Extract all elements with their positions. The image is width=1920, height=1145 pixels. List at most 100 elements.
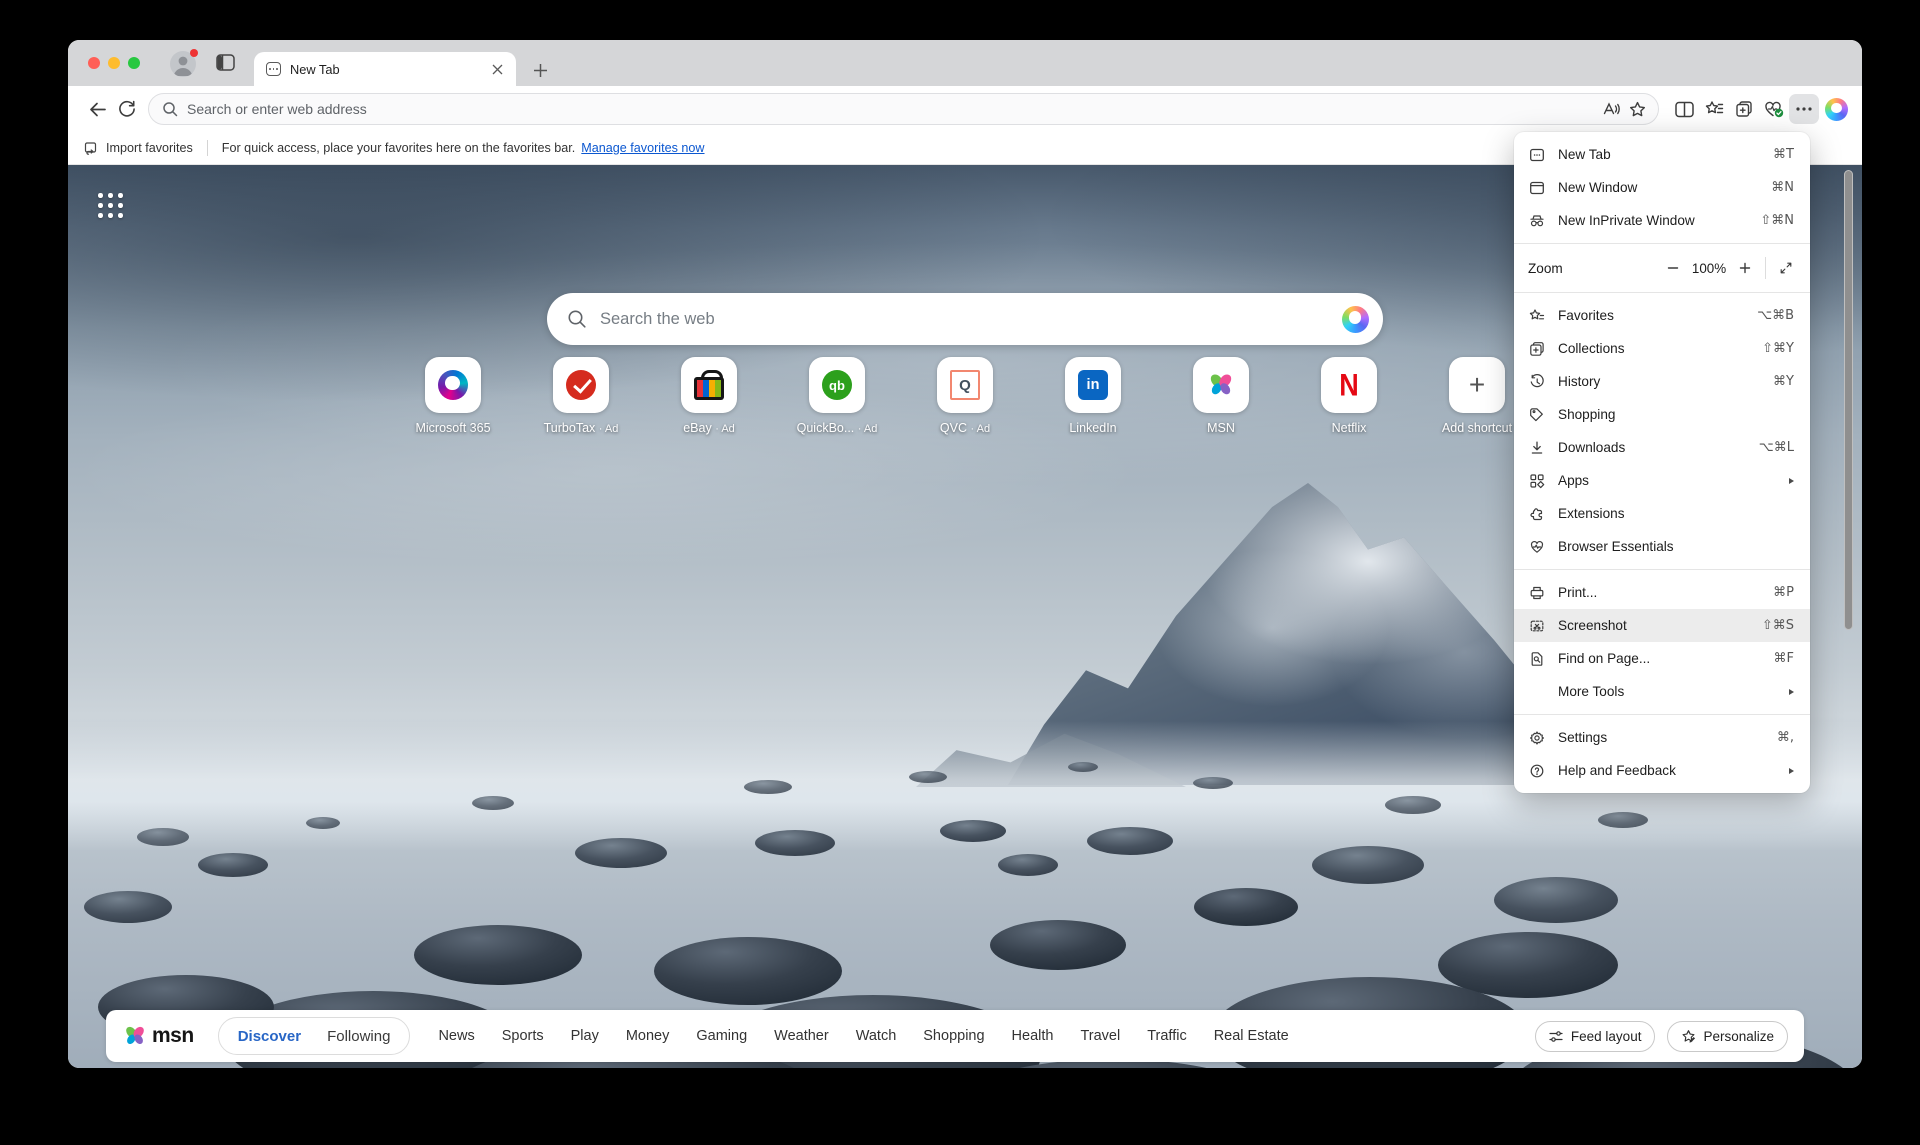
menu-item-help-and-feedback[interactable]: Help and Feedback <box>1514 754 1810 787</box>
menu-item-label: Screenshot <box>1558 618 1749 633</box>
zoom-out-button[interactable] <box>1661 256 1685 280</box>
favorites-icon[interactable] <box>1699 94 1729 124</box>
favorites-icon <box>1528 307 1545 324</box>
menu-item-label: Print... <box>1558 585 1760 600</box>
nav-link-health[interactable]: Health <box>1012 1028 1054 1044</box>
tab-discover[interactable]: Discover <box>225 1028 314 1045</box>
close-window-button[interactable] <box>88 57 100 69</box>
favorite-star-icon[interactable] <box>1624 96 1650 122</box>
menu-item-new-window[interactable]: New Window ⌘N <box>1514 171 1810 204</box>
address-bar[interactable] <box>148 93 1659 125</box>
nav-link-watch[interactable]: Watch <box>856 1028 897 1044</box>
browser-essentials-icon[interactable] <box>1759 94 1789 124</box>
menu-item-label: Find on Page... <box>1558 651 1761 666</box>
new-window-icon <box>1528 179 1545 196</box>
menu-item-shortcut: ⇧⌘Y <box>1762 341 1794 356</box>
menu-item-new-inprivate-window[interactable]: New InPrivate Window ⇧⌘N <box>1514 204 1810 237</box>
new-tab-plus-button[interactable] <box>530 60 550 80</box>
menu-item-label: More Tools <box>1558 684 1776 699</box>
shortcut-label: QuickBo... <box>797 421 855 435</box>
shortcut-linkedin[interactable]: in LinkedIn <box>1047 357 1139 435</box>
nav-link-shopping[interactable]: Shopping <box>923 1028 984 1044</box>
menu-item-favorites[interactable]: Favorites ⌥⌘B <box>1514 299 1810 332</box>
zoom-in-button[interactable] <box>1733 256 1757 280</box>
refresh-button[interactable] <box>112 94 142 124</box>
manage-favorites-link[interactable]: Manage favorites now <box>581 141 704 155</box>
menu-item-find-on-page[interactable]: Find on Page... ⌘F <box>1514 642 1810 675</box>
settings-and-more-menu: New Tab ⌘T New Window ⌘N New InPrivate W… <box>1514 132 1810 793</box>
nav-link-sports[interactable]: Sports <box>502 1028 544 1044</box>
nav-link-real-estate[interactable]: Real Estate <box>1214 1028 1289 1044</box>
menu-item-downloads[interactable]: Downloads ⌥⌘L <box>1514 431 1810 464</box>
shortcut-netflix[interactable]: N Netflix <box>1303 357 1395 435</box>
page-scrollbar[interactable] <box>1844 170 1853 630</box>
shortcut-msn[interactable]: MSN <box>1175 357 1267 435</box>
nav-link-weather[interactable]: Weather <box>774 1028 829 1044</box>
menu-item-extensions[interactable]: Extensions <box>1514 497 1810 530</box>
feed-layout-button[interactable]: Feed layout <box>1535 1021 1656 1052</box>
menu-item-settings[interactable]: Settings ⌘, <box>1514 721 1810 754</box>
personalize-button[interactable]: Personalize <box>1667 1021 1788 1052</box>
shortcut-label: Netflix <box>1332 421 1367 435</box>
web-search-bar[interactable] <box>547 293 1383 345</box>
copilot-icon[interactable] <box>1342 306 1369 333</box>
import-favorites-button[interactable]: Import favorites <box>84 141 193 156</box>
menu-item-browser-essentials[interactable]: Browser Essentials <box>1514 530 1810 563</box>
ad-badge: · Ad <box>715 423 735 435</box>
tab-following[interactable]: Following <box>314 1028 403 1045</box>
menu-item-label: Apps <box>1558 473 1776 488</box>
settings-and-more-button[interactable] <box>1789 94 1819 124</box>
submenu-arrow-icon <box>1789 768 1794 774</box>
browser-essentials-icon <box>1528 538 1545 555</box>
fullscreen-icon[interactable] <box>1774 256 1798 280</box>
tab-title: New Tab <box>290 62 488 77</box>
read-aloud-icon[interactable] <box>1598 96 1624 122</box>
shortcut-quickbooks[interactable]: qb QuickBo... · Ad <box>791 357 883 435</box>
menu-item-collections[interactable]: Collections ⇧⌘Y <box>1514 332 1810 365</box>
tab-new-tab[interactable]: New Tab <box>254 52 516 86</box>
shortcut-ebay[interactable]: eBay · Ad <box>663 357 755 435</box>
menu-item-history[interactable]: History ⌘Y <box>1514 365 1810 398</box>
msn-feed-bar: msn Discover Following News Sports Play … <box>106 1010 1804 1062</box>
new-tab-icon <box>1528 146 1545 163</box>
nav-link-money[interactable]: Money <box>626 1028 670 1044</box>
nav-link-traffic[interactable]: Traffic <box>1147 1028 1186 1044</box>
menu-item-screenshot[interactable]: Screenshot ⇧⌘S <box>1514 609 1810 642</box>
menu-item-print[interactable]: Print... ⌘P <box>1514 576 1810 609</box>
menu-item-label: New InPrivate Window <box>1558 213 1747 228</box>
menu-item-label: Browser Essentials <box>1558 539 1781 554</box>
toolbar <box>68 86 1862 132</box>
menu-item-shopping[interactable]: Shopping <box>1514 398 1810 431</box>
zoom-window-button[interactable] <box>128 57 140 69</box>
nav-link-play[interactable]: Play <box>571 1028 599 1044</box>
menu-item-apps[interactable]: Apps <box>1514 464 1810 497</box>
nav-link-gaming[interactable]: Gaming <box>696 1028 747 1044</box>
shortcut-turbotax[interactable]: TurboTax · Ad <box>535 357 627 435</box>
nav-link-travel[interactable]: Travel <box>1080 1028 1120 1044</box>
tab-actions-icon[interactable] <box>216 54 235 76</box>
web-search-input[interactable] <box>600 310 1336 329</box>
shortcut-label: MSN <box>1207 421 1235 435</box>
msn-logo[interactable]: msn <box>122 1023 194 1049</box>
copilot-icon[interactable] <box>1825 98 1848 121</box>
shortcut-microsoft-365[interactable]: Microsoft 365 <box>407 357 499 435</box>
minimize-window-button[interactable] <box>108 57 120 69</box>
split-screen-icon[interactable] <box>1669 94 1699 124</box>
add-shortcut-button[interactable]: + Add shortcut <box>1431 357 1523 435</box>
menu-item-label: New Window <box>1558 180 1758 195</box>
downloads-icon <box>1528 439 1545 456</box>
import-favorites-label: Import favorites <box>106 141 193 155</box>
collections-icon[interactable] <box>1729 94 1759 124</box>
menu-item-shortcut: ⌥⌘L <box>1759 440 1794 455</box>
menu-item-more-tools[interactable]: More Tools <box>1514 675 1810 708</box>
shortcut-qvc[interactable]: Q QVC · Ad <box>919 357 1011 435</box>
sliders-icon <box>1549 1030 1564 1043</box>
back-button[interactable] <box>82 94 112 124</box>
app-launcher-icon[interactable] <box>98 193 124 219</box>
menu-item-new-tab[interactable]: New Tab ⌘T <box>1514 138 1810 171</box>
nav-link-news[interactable]: News <box>438 1028 474 1044</box>
shortcut-label: QVC <box>940 421 967 435</box>
menu-item-shortcut: ⌘Y <box>1773 374 1794 389</box>
tab-close-icon[interactable] <box>488 60 506 78</box>
address-input[interactable] <box>187 101 1598 117</box>
